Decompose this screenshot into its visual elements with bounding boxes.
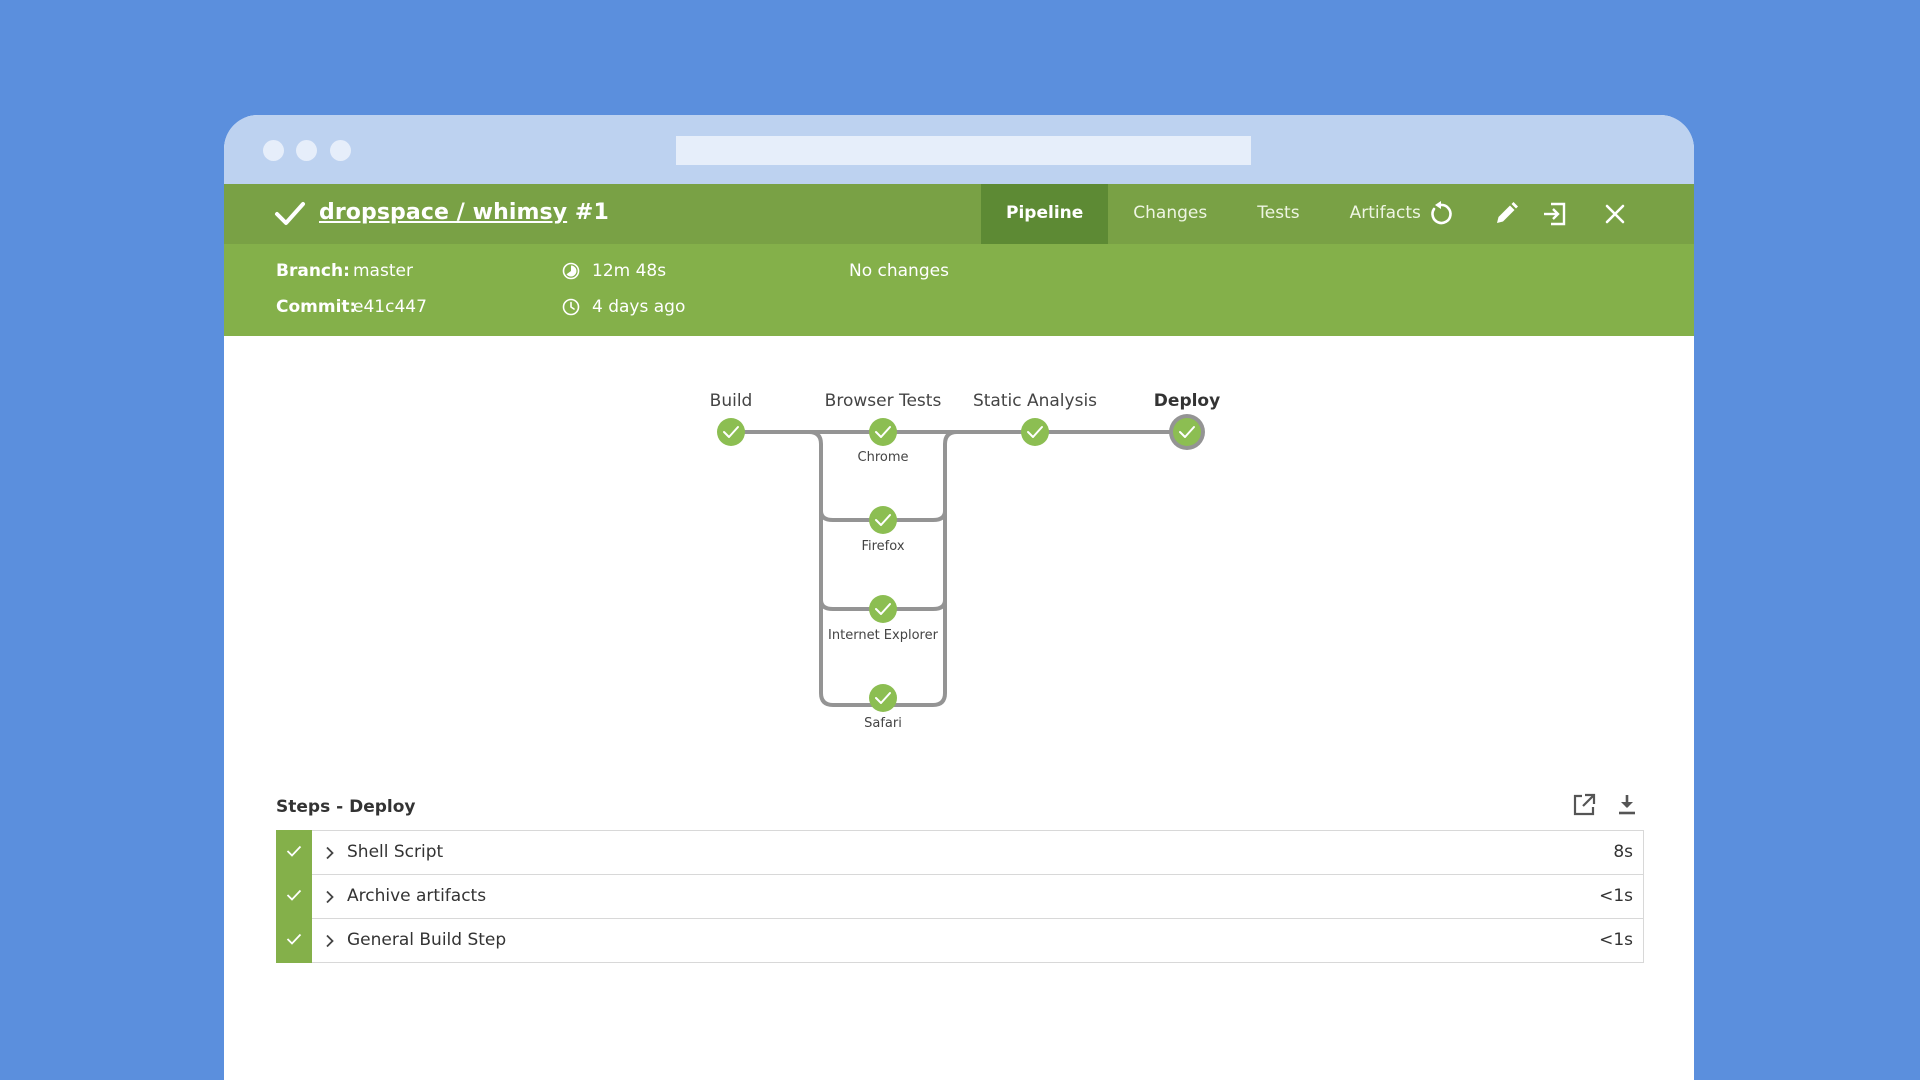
tab-changes[interactable]: Changes [1108,184,1232,244]
stage-node-deploy[interactable] [1169,414,1205,450]
window-minimize-dot[interactable] [296,140,317,161]
step-duration: 8s [1613,842,1633,862]
check-icon [286,889,302,901]
branch-label-internet-explorer: Internet Explorer [828,628,938,643]
step-row[interactable]: Archive artifacts <1s [276,874,1644,919]
branch-label-firefox: Firefox [861,539,905,554]
branch-label-chrome: Chrome [857,450,909,465]
started-value: 4 days ago [592,297,686,317]
step-name: Shell Script [347,842,444,862]
stage-label-deploy: Deploy [1153,391,1221,411]
success-check-icon [275,202,305,225]
pipeline-connectors [729,430,1189,707]
steps-title: Steps - Deploy [276,797,416,817]
close-icon[interactable] [1601,200,1629,228]
step-row[interactable]: Shell Script 8s [276,830,1644,875]
branch-node-safari[interactable] [869,684,897,712]
replay-icon[interactable] [1427,200,1455,228]
window-close-dot[interactable] [263,140,284,161]
check-icon [286,933,302,945]
edit-icon[interactable] [1492,200,1520,228]
run-header: dropspace / whimsy #1 Pipeline Changes T… [224,184,1694,244]
branch-node-internet-explorer[interactable] [869,595,897,623]
step-duration: <1s [1599,886,1633,906]
step-name: Archive artifacts [347,886,487,906]
stage-node-build[interactable] [717,418,745,446]
commit-label: Commit: [276,297,357,317]
step-status [276,918,312,963]
step-row[interactable]: General Build Step <1s [276,918,1644,963]
window-maximize-dot[interactable] [330,140,351,161]
stage-label-build: Build [709,391,753,411]
repo-link[interactable]: dropspace / whimsy [319,200,567,225]
branch-label: Branch: [276,261,350,281]
tab-pipeline[interactable]: Pipeline [981,184,1109,244]
chevron-right-icon[interactable] [325,846,335,860]
changes-value: No changes [849,261,949,281]
step-name: General Build Step [347,930,507,950]
open-classic-icon[interactable] [1541,200,1569,228]
tab-tests[interactable]: Tests [1232,184,1324,244]
check-icon [286,845,302,857]
clock-icon [562,298,580,316]
branch-value: master [353,261,413,281]
branch-node-chrome[interactable] [869,418,897,446]
run-number: #1 [574,200,609,225]
page-title: dropspace / whimsy #1 [319,200,609,225]
stage-label-static-analysis: Static Analysis [972,391,1098,411]
step-status [276,874,312,919]
stage-node-static-analysis[interactable] [1021,418,1049,446]
browser-window: dropspace / whimsy #1 Pipeline Changes T… [224,115,1694,1080]
tab-bar: Pipeline Changes Tests Artifacts [981,184,1446,244]
download-icon[interactable] [1614,792,1640,818]
browser-chrome [224,115,1694,184]
address-bar[interactable] [676,136,1251,165]
step-duration: <1s [1599,930,1633,950]
commit-value: e41c447 [353,297,427,317]
duration-icon [562,262,580,280]
branch-label-safari: Safari [864,716,902,731]
stage-label-browser-tests: Browser Tests [824,391,942,411]
chevron-right-icon[interactable] [325,890,335,904]
duration-value: 12m 48s [592,261,667,281]
step-status [276,830,312,875]
chevron-right-icon[interactable] [325,934,335,948]
branch-node-firefox[interactable] [869,506,897,534]
run-meta: Branch: master Commit: e41c447 12m 48s 4… [224,244,1694,336]
open-external-icon[interactable] [1571,792,1597,818]
steps-list: Shell Script 8s Archive artifacts <1s Ge… [276,830,1644,963]
